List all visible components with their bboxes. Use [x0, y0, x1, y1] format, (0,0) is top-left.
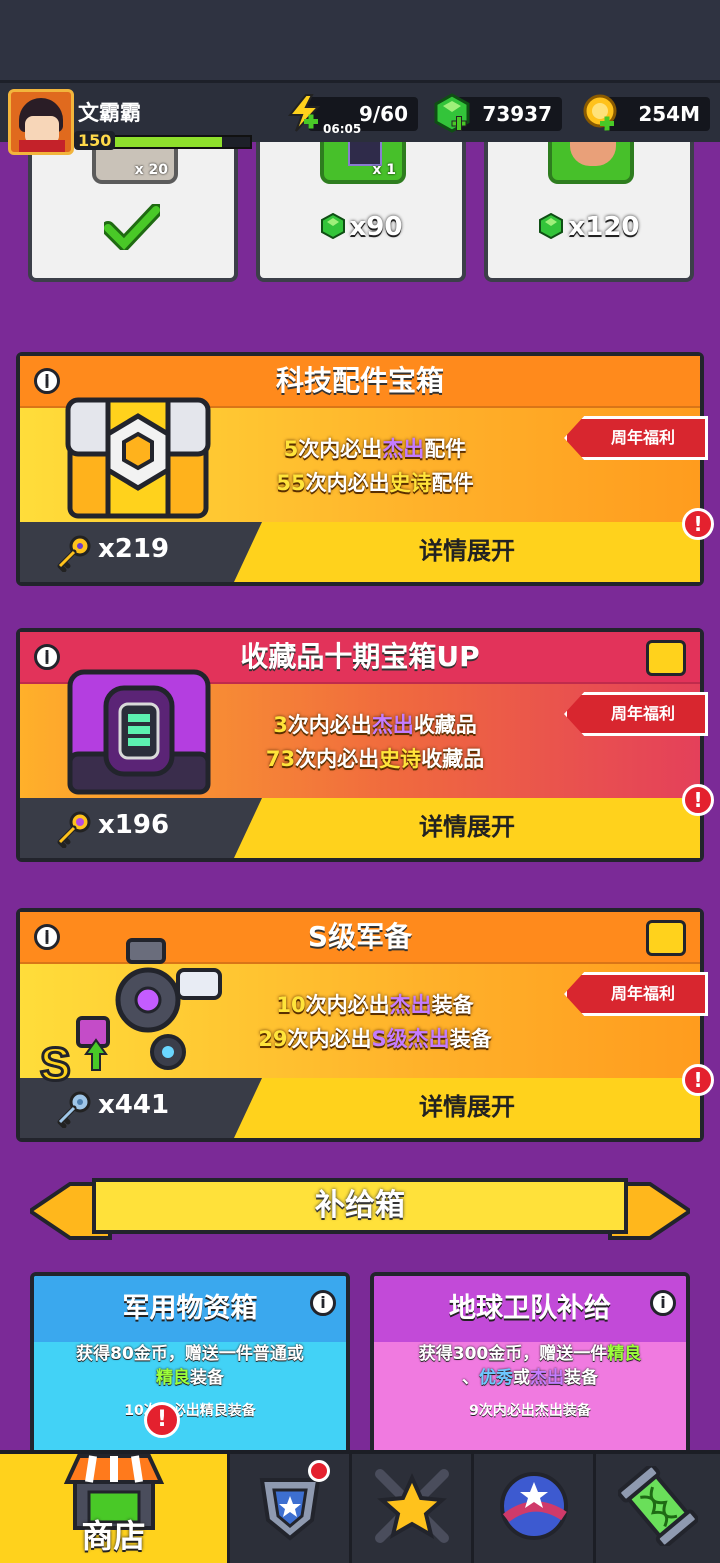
gold-coin-plus-icon — [583, 94, 617, 131]
offer-price: x120 — [488, 212, 690, 242]
nav-tab-guard[interactable] — [230, 1454, 352, 1563]
s-gear-icon: S — [39, 938, 222, 1082]
xp-bar — [110, 135, 252, 149]
energy-timer: 06:05 — [323, 122, 362, 136]
svg-text:S: S — [40, 1038, 71, 1082]
gem-icon — [539, 213, 564, 239]
lightning-icon — [287, 94, 321, 132]
offer-price-value: x120 — [568, 212, 640, 242]
player-level: 150 — [74, 131, 116, 150]
anniversary-badge: 周年福利 — [564, 972, 708, 1016]
star-swords-icon — [374, 1469, 449, 1543]
offer-card-claimed[interactable]: x 20 — [28, 136, 238, 282]
supply-box-desc: 获得300金币，赠送一件精良 、优秀或杰出装备 — [418, 1344, 642, 1388]
shop-label: 商店 — [81, 1517, 146, 1555]
chest-footer: x441 详情展开 ! — [20, 1064, 714, 1138]
chest-footer: x196 详情展开 ! — [20, 784, 714, 858]
chest-title-text: S级军备 — [307, 920, 413, 953]
offer-qty: x 20 — [134, 162, 168, 178]
nav-tab-tech[interactable] — [596, 1454, 720, 1563]
chest-title-text: 收藏品十期宝箱UP — [240, 640, 480, 673]
collectible-chest-panel: 收藏品十期宝箱UP i 周年福利 3次内必出杰出收藏品 73次内必出史诗收藏品 … — [16, 628, 714, 862]
gem-plus-icon — [434, 93, 470, 133]
nav-tab-hero[interactable] — [352, 1454, 474, 1563]
earth-guard-supply-box[interactable]: 地球卫队补给 i 获得300金币，赠送一件精良 、优秀或杰出装备 9次内必出杰出… — [370, 1272, 690, 1462]
alert-badge: ! — [682, 784, 714, 816]
anniversary-badge: 周年福利 — [564, 416, 708, 460]
offer-qty: x 1 — [372, 162, 396, 178]
dna-capsule-icon — [618, 1466, 698, 1546]
collectible-chest-icon — [67, 669, 211, 795]
anniversary-badge: 周年福利 — [564, 692, 708, 736]
alert-badge: ! — [682, 1064, 714, 1096]
info-icon[interactable]: i — [34, 644, 60, 670]
chest-footer: x219 详情展开 ! — [20, 508, 714, 582]
tech-chest-panel: 科技配件宝箱 i 周年福利 5次内必出杰出配件 55次内必出史诗配件 x219 … — [16, 352, 714, 586]
player-avatar[interactable] — [8, 89, 74, 155]
military-supply-box[interactable]: 军用物资箱 i 获得80金币，赠送一件普通或 精良装备 10次内必出精良装备 — [30, 1272, 350, 1462]
s-gear-panel: S级军备 i 周年福利 10次内必出杰出装备 29次内必出S级杰出装备 x441… — [16, 908, 714, 1142]
purple-key-icon — [57, 811, 91, 848]
key-count: x441 — [98, 1090, 170, 1120]
key-count: x219 — [98, 534, 170, 564]
chest-pity-text: 3次内必出杰出收藏品 73次内必出史诗收藏品 — [265, 713, 485, 771]
gem-value: 73937 — [482, 102, 552, 126]
list-heart-icon[interactable] — [646, 920, 686, 956]
gold-value: 254M — [638, 102, 700, 126]
gem-counter[interactable]: 73937 — [434, 93, 562, 133]
supply-box-pity: 9次内必出杰出装备 — [469, 1403, 591, 1419]
details-button[interactable]: 详情展开 — [234, 798, 700, 858]
offer-item-thumb — [548, 136, 634, 184]
tech-chest-icon — [65, 397, 211, 519]
gold-counter[interactable]: 254M — [583, 94, 710, 131]
supply-box-desc: 获得80金币，赠送一件普通或 精良装备 — [76, 1344, 304, 1388]
check-icon — [104, 204, 160, 250]
supply-title: 补给箱 — [92, 1178, 628, 1234]
offer-card-gem-120[interactable]: x120 — [484, 136, 694, 282]
notification-dot — [308, 1460, 330, 1482]
alert-badge: ! — [682, 508, 714, 540]
nav-tab-planet[interactable] — [474, 1454, 596, 1563]
offer-price-value: x90 — [349, 212, 403, 242]
nav-tab-shop[interactable]: 商店 — [0, 1454, 230, 1563]
details-button[interactable]: 详情展开 — [234, 1078, 700, 1138]
supply-box-title: 地球卫队补给 — [374, 1276, 686, 1342]
details-button[interactable]: 详情展开 — [234, 522, 700, 582]
info-icon[interactable]: i — [310, 1290, 336, 1316]
gold-key-icon — [57, 535, 91, 572]
silver-key-icon — [57, 1091, 91, 1128]
supply-box-pity: 10次内必出精良装备 — [124, 1403, 256, 1419]
chest-pity-text: 5次内必出杰出配件 55次内必出史诗配件 — [276, 437, 474, 495]
energy-value: 9/60 — [358, 102, 408, 126]
info-icon[interactable]: i — [650, 1290, 676, 1316]
chest-pity-text: 10次内必出杰出装备 29次内必出S级杰出装备 — [258, 993, 492, 1051]
shop-alert-badge: ! — [144, 1402, 180, 1438]
status-strip — [0, 0, 720, 80]
player-name: 文霸霸 — [78, 101, 141, 125]
offer-price: x90 — [260, 212, 462, 242]
key-count: x196 — [98, 810, 170, 840]
info-icon[interactable]: i — [34, 368, 60, 394]
supply-box-title: 军用物资箱 — [34, 1276, 346, 1342]
offer-card-gem-90[interactable]: x 1 x90 — [256, 136, 466, 282]
bottom-nav: 商店 — [0, 1450, 720, 1563]
chest-title-text: 科技配件宝箱 — [275, 364, 444, 397]
gem-icon — [320, 213, 345, 239]
planet-stars-icon — [499, 1472, 568, 1540]
offer-item-thumb: x 1 — [320, 136, 406, 184]
calendar-icon[interactable] — [646, 640, 686, 676]
